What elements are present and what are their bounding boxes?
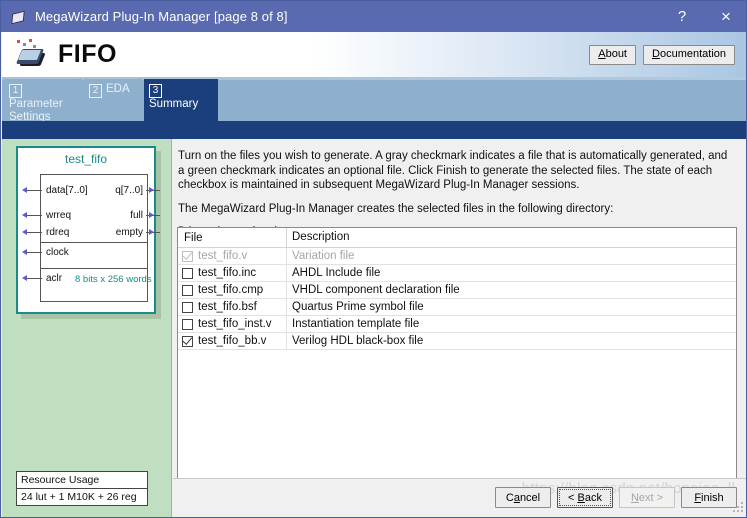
summary-content: Turn on the files you wish to generate. … [173,139,746,517]
title-bar: MegaWizard Plug-In Manager [page 8 of 8]… [1,1,746,32]
megawizard-window: MegaWizard Plug-In Manager [page 8 of 8]… [0,0,747,518]
file-name: test_fifo.v [198,250,248,262]
file-description: Quartus Prime symbol file [286,299,736,315]
port-data: data[7..0] [46,185,88,196]
page-title: FIFO [58,40,117,68]
wizard-footer: https://blog.csdn.net/hopeiao_ll Cancel … [173,478,746,516]
tab-eda[interactable]: 2 EDA [84,79,142,121]
file-description: Variation file [286,248,736,264]
tab-label-eda: EDA [106,83,130,95]
file-name: test_fifo.inc [198,267,257,279]
file-checkbox-bb[interactable] [181,333,193,347]
tab-label-parameter-settings: Parameter Settings [9,98,63,123]
instruction-paragraph-1: Turn on the files you wish to generate. … [178,150,728,191]
documentation-label: Documentation [652,47,726,60]
next-label: Next > [630,491,664,504]
port-wrreq: wrreq [46,210,72,221]
about-button[interactable]: About [589,44,636,65]
resource-usage-box: Resource Usage 24 lut + 1 M10K + 26 reg [16,471,148,506]
block-diagram-title: test_fifo [64,152,108,166]
port-clock: clock [46,247,69,258]
file-checkbox-variation [181,248,193,262]
about-label: About [598,47,627,60]
file-description: AHDL Include file [286,265,736,281]
file-checkbox-cmp[interactable] [182,284,193,296]
close-icon[interactable]: × [704,1,746,32]
block-diagram: test_fifo data[7..0] wrreq rdreq clock a… [16,146,160,314]
tab-parameter-settings[interactable]: 1Parameter Settings [4,79,82,123]
table-row[interactable]: test_fifo_inst.v Instantiation template … [178,316,736,333]
tab-label-summary: Summary [149,98,199,110]
file-checkbox-inc[interactable] [182,267,193,279]
altera-chip-icon [14,38,48,71]
file-name: test_fifo_bb.v [198,335,267,347]
block-diagram-body: data[7..0] wrreq rdreq clock aclr q[7..0… [40,174,152,302]
table-row[interactable]: test_fifo.v Variation file [178,248,736,265]
preview-panel: test_fifo data[7..0] wrreq rdreq clock a… [2,139,172,517]
help-button[interactable]: ? [660,1,704,32]
cancel-button[interactable]: Cancel [495,487,551,508]
file-description: Instantiation template file [286,316,736,332]
back-button[interactable]: < Back [557,487,613,508]
tab-summary[interactable]: 3Summary [144,79,218,121]
header-buttons: About Documentation [589,44,735,65]
port-empty: empty [115,227,143,238]
table-row[interactable]: test_fifo.inc AHDL Include file [178,265,736,282]
file-list-table[interactable]: File Description test_fifo.v Variation f… [177,227,737,479]
file-name: test_fifo_inst.v [198,318,272,330]
table-header-row: File Description [178,228,736,248]
finish-label: Finish [694,491,724,504]
column-header-file[interactable]: File [178,232,286,244]
table-row[interactable]: test_fifo.cmp VHDL component declaration… [178,282,736,299]
window-controls: ? × [660,1,746,32]
resource-usage-value: 24 lut + 1 M10K + 26 reg [17,488,147,505]
tab-number-2: 2 [89,84,102,98]
tab-number-3: 3 [149,84,162,98]
documentation-button[interactable]: Documentation [643,44,735,65]
table-row[interactable]: test_fifo.bsf Quartus Prime symbol file [178,299,736,316]
file-name: test_fifo.cmp [198,284,264,296]
wizard-tab-strip: 1Parameter Settings 2 EDA 3Summary [2,77,746,123]
memory-note: 8 bits x 256 words [75,274,152,285]
file-name: test_fifo.bsf [198,301,257,313]
port-q: q[7..0] [115,185,143,196]
tab-strip-underline [2,121,746,139]
tab-number-1: 1 [9,84,22,98]
file-description: VHDL component declaration file [286,282,736,298]
file-checkbox-bsf[interactable] [182,301,193,313]
wizard-wand-icon [10,9,26,25]
column-header-description[interactable]: Description [286,228,736,247]
finish-button[interactable]: Finish [681,487,737,508]
instruction-paragraph-2: The MegaWizard Plug-In Manager creates t… [178,202,614,215]
file-description: Verilog HDL black-box file [286,333,736,349]
port-full: full [130,210,143,221]
brand-header: FIFO About Documentation [2,32,746,77]
cancel-label: Cancel [505,491,541,504]
window-title: MegaWizard Plug-In Manager [page 8 of 8] [35,9,288,24]
table-row[interactable]: test_fifo_bb.v Verilog HDL black-box fil… [178,333,736,350]
file-checkbox-inst[interactable] [182,318,193,330]
resize-grip-icon[interactable] [733,502,744,513]
resource-usage-heading: Resource Usage [21,474,100,486]
footer-buttons: Cancel < Back Next > Finish [495,487,737,508]
next-button: Next > [619,487,675,508]
back-label: < Back [568,491,602,504]
port-rdreq: rdreq [46,227,70,238]
port-aclr: aclr [46,273,63,284]
